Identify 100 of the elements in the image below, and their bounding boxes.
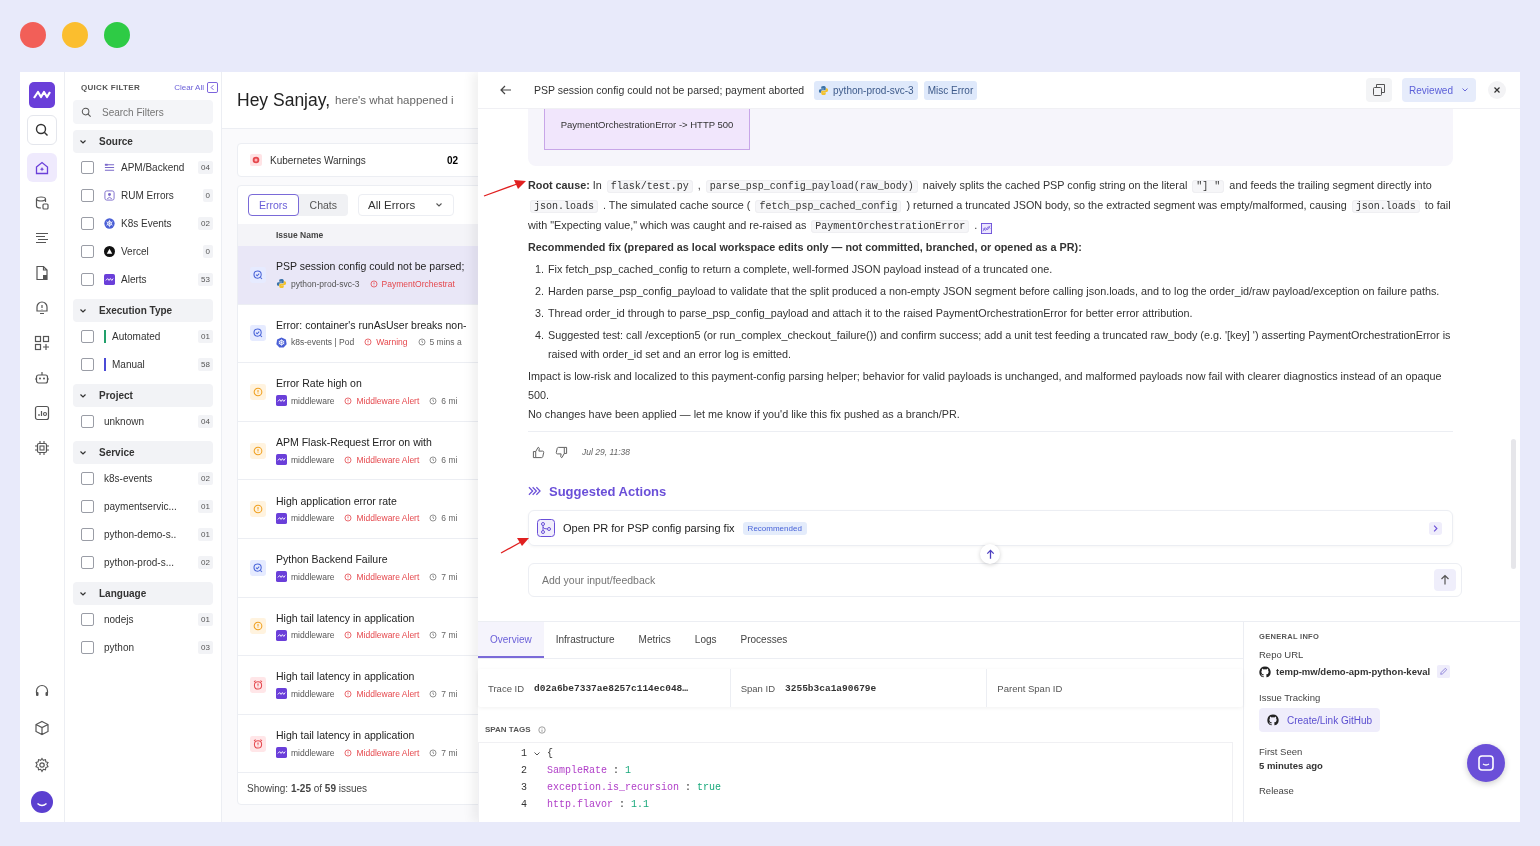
warning-icon [250,618,266,635]
filter-group-header[interactable]: Language [73,582,213,605]
issue-title: High tail latency in application [276,611,416,624]
line-number: 3 [520,782,527,793]
caret-icon [1461,86,1469,94]
warning-card[interactable]: Kubernetes Warnings 02 [237,143,478,177]
issue-tag: Middleware Alert [356,454,420,465]
checkbox[interactable] [81,357,94,371]
issue-tag: Middleware Alert [356,571,420,582]
count-badge: 01 [198,527,213,541]
timestamp: Jul 29, 11:38 [582,447,631,457]
feedback-field[interactable]: Add your input/feedback [528,563,1462,597]
tab[interactable]: Chats [298,194,349,216]
checkbox[interactable] [81,612,94,626]
issue-time: 7 mi [441,571,458,582]
issue-source: middleware [291,454,335,465]
action-card[interactable]: Open PR for PSP config parsing fix Recommended [528,510,1453,546]
checkbox[interactable] [81,188,94,202]
tab[interactable]: Errors [248,194,299,216]
filter-label: k8s-events [104,472,154,484]
window-control[interactable] [20,22,46,48]
send-button[interactable] [1434,569,1456,591]
checkbox[interactable] [81,160,94,174]
repo-url[interactable]: temp-mw/demo-apm-python-keval [1276,666,1431,677]
clock-icon [429,689,438,698]
line-number: 2 [520,765,527,776]
tab[interactable]: Metrics [626,622,683,658]
count-badge: 03 [198,640,213,654]
headset-icon [34,682,50,699]
info-icon [364,338,373,347]
thumbs-down-icon[interactable] [555,445,568,459]
code-line: SampleRate : 1 [547,765,632,776]
scrollbar[interactable] [1511,439,1516,569]
column-header: Issue Name [276,230,324,240]
issue-title: APM Flask-Request Error on with [276,436,433,449]
tab[interactable]: Overview [478,622,544,658]
filter-label: python-prod-s... [104,556,176,568]
issue-source: middleware [291,747,335,758]
wave-logo-icon [276,629,287,641]
checkbox[interactable] [81,329,94,343]
arrow-left-icon [499,83,513,97]
checkbox[interactable] [81,499,94,513]
tab[interactable]: Processes [728,622,800,658]
filter-group-header[interactable]: Service [73,441,213,464]
checkbox[interactable] [81,244,94,258]
step-number: 4. [534,328,545,343]
checkbox[interactable] [81,414,94,428]
server-lines-icon [104,161,115,173]
filter-group-header[interactable]: Execution Type [73,299,213,322]
filter-label: paymentservic... [104,500,178,512]
checkbox[interactable] [81,640,94,654]
issue-time: 7 mi [441,630,458,641]
checkbox[interactable] [81,555,94,569]
create-link-github-button[interactable]: Create/Link GitHub [1259,708,1381,732]
filter-label: Vercel [121,245,150,257]
clear-all-link[interactable]: Clear All [174,82,204,92]
wave-logo-icon [276,395,287,407]
clock-icon [417,338,426,347]
checkbox[interactable] [81,527,94,541]
nav-button[interactable] [27,153,57,182]
issue-tag: PaymentOrchestrat [381,278,455,289]
issue-time: 7 mi [441,747,458,758]
filter-group-header[interactable]: Project [73,384,213,407]
warning-icon [250,501,266,518]
checkbox[interactable] [81,471,94,485]
fold-caret-icon[interactable] [533,749,541,758]
search-field[interactable]: Search Filters [73,100,213,124]
line-number: 1 [520,748,527,759]
closing-text: No changes have been applied — let me know if you'd like this fix pushed as a branch/PR. [528,407,961,422]
code-line: { [547,748,553,759]
issue-time: 7 mi [441,688,458,699]
copy-button[interactable] [1366,78,1393,102]
thumbs-up-icon[interactable] [532,445,545,459]
filter-dropdown[interactable]: All Errors [358,194,455,216]
nav-button[interactable] [27,115,57,145]
wave-logo-icon [276,454,287,466]
collapse-panel-icon[interactable] [207,81,218,93]
count-badge: 02 [198,216,213,230]
id-label: Trace ID [488,682,525,694]
search-icon [34,122,50,138]
tab[interactable]: Logs [682,622,729,658]
info-icon [344,514,353,523]
filter-label: unknown [104,415,146,427]
filter-group-header[interactable]: Source [73,130,213,153]
chart-icon[interactable] [981,223,993,234]
status-dropdown[interactable]: Reviewed [1402,78,1476,102]
count-badge: 01 [198,612,213,626]
issue-source: python-prod-svc-3 [291,278,360,289]
checkbox[interactable] [81,272,94,286]
checkbox[interactable] [81,216,94,230]
greeting-subtitle: here's what happened i [335,94,454,106]
tab[interactable]: Infrastructure [543,622,627,658]
close-button[interactable] [1488,81,1506,99]
python-icon [818,84,830,96]
scroll-up-button[interactable] [980,544,1000,564]
clock-icon [429,748,438,757]
caret-icon [435,201,444,209]
issue-row[interactable]: PSP session config could not be parsed; python-prod-svc-3 PaymentOrchestrat [238,246,478,305]
count-badge: 58 [198,357,213,371]
arrow-up-icon [984,548,996,560]
